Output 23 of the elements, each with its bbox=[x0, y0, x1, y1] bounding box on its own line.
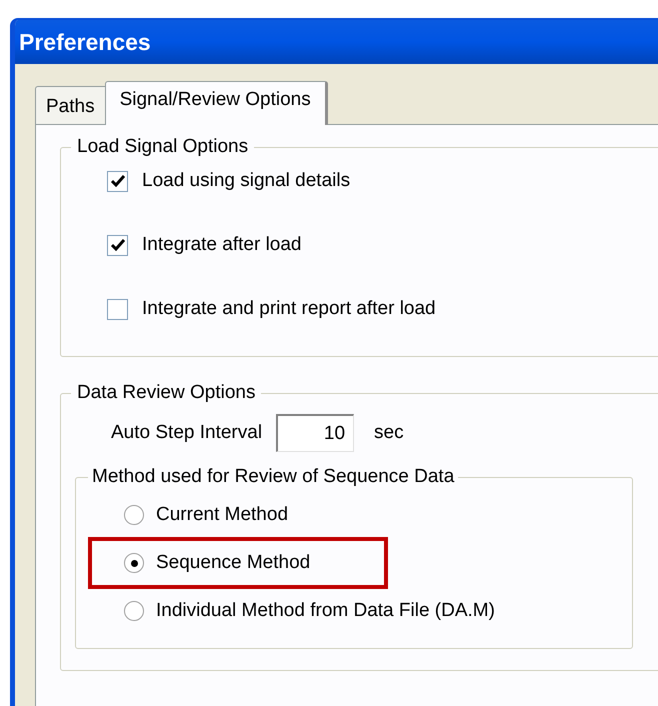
checkbox-label: Integrate and print report after load bbox=[142, 296, 436, 321]
tab[interactable]: Signal/Review Options bbox=[104, 81, 328, 125]
radio-button[interactable] bbox=[124, 553, 144, 573]
checkbox[interactable] bbox=[107, 170, 128, 192]
group-title: Data Review Options bbox=[76, 381, 256, 405]
unit-label: sec bbox=[374, 420, 404, 445]
tab[interactable]: Paths bbox=[35, 86, 105, 124]
window-title: Preferences bbox=[19, 28, 151, 57]
check-icon bbox=[110, 175, 124, 187]
radio-label: Current Method bbox=[156, 502, 288, 527]
radio-button[interactable] bbox=[124, 505, 144, 525]
checkbox-label: Integrate after load bbox=[142, 232, 302, 257]
checkbox-label: Load using signal details bbox=[142, 168, 350, 193]
group-title: Method used for Review of Sequence Data bbox=[91, 465, 456, 489]
check-icon bbox=[110, 239, 124, 251]
radio-label: Individual Method from Data File (DA.M) bbox=[156, 598, 495, 623]
group-title: Load Signal Options bbox=[76, 135, 250, 159]
radio-button[interactable] bbox=[124, 601, 144, 621]
field-label: Auto Step Interval bbox=[111, 420, 262, 445]
interval-field[interactable]: 10 bbox=[276, 414, 354, 452]
checkbox[interactable] bbox=[107, 298, 128, 320]
checkbox[interactable] bbox=[107, 234, 128, 256]
radio-label: Sequence Method bbox=[156, 550, 310, 575]
